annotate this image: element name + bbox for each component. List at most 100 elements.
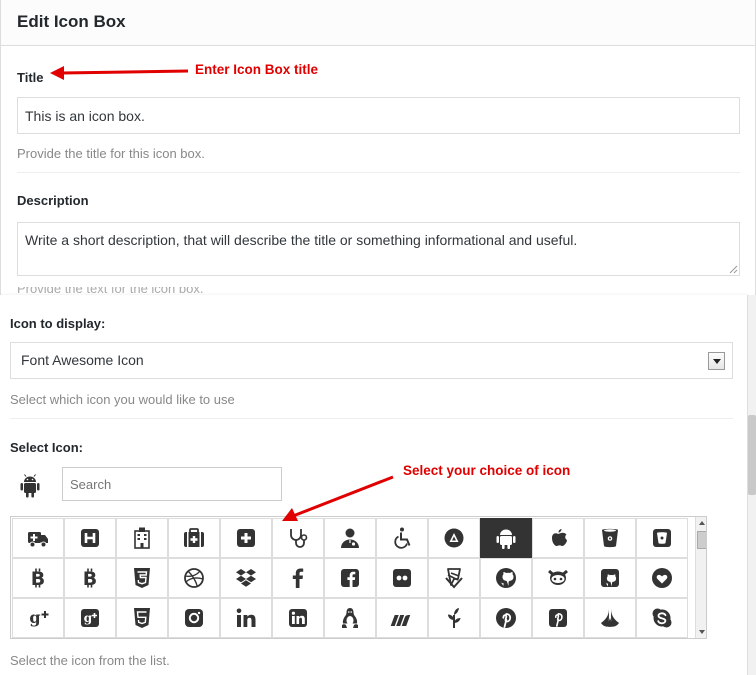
github-alt-icon <box>548 569 568 585</box>
svg-text:B: B <box>83 568 97 590</box>
chevron-down-icon[interactable] <box>708 352 725 370</box>
facebook-square-icon <box>341 569 359 587</box>
icon-option-github-alt[interactable] <box>532 558 584 598</box>
icon-option-google-plus[interactable]: g <box>12 598 64 638</box>
edit-icon-box-panel: Edit Icon Box Title Provide the title fo… <box>0 0 756 295</box>
icon-display-help-text: Select which icon you would like to use <box>10 392 235 407</box>
user-md-icon <box>341 528 359 548</box>
linux-icon <box>342 608 358 628</box>
scroll-down-icon[interactable] <box>696 626 706 638</box>
gittip-icon <box>652 568 672 588</box>
icon-option-pagelines[interactable] <box>428 598 480 638</box>
android-icon <box>496 529 516 549</box>
divider <box>10 418 733 419</box>
stethoscope-icon <box>290 529 308 548</box>
icon-option-github[interactable] <box>480 558 532 598</box>
icon-option-skype[interactable] <box>636 598 688 638</box>
skype-icon <box>652 608 672 628</box>
icon-option-dropbox[interactable] <box>220 558 272 598</box>
linkedin-square-icon <box>289 609 307 627</box>
icon-option-btc[interactable]: B <box>64 558 116 598</box>
page-scroll-thumb[interactable] <box>748 415 756 495</box>
icon-settings-panel: Icon to display: Font Awesome Icon Selec… <box>0 295 748 675</box>
medkit-icon <box>184 528 204 547</box>
icon-grid: B Bg g <box>12 518 692 638</box>
bitcoin-icon: B <box>31 568 45 590</box>
icon-option-github-square[interactable] <box>584 558 636 598</box>
icon-option-bitbucket[interactable] <box>584 518 636 558</box>
icon-option-linkedin-square[interactable] <box>272 598 324 638</box>
title-label: Title <box>17 70 44 85</box>
ambulance-icon <box>28 532 48 548</box>
icon-option-pinterest-square[interactable] <box>532 598 584 638</box>
icon-option-css3[interactable] <box>116 558 168 598</box>
instagram-icon <box>185 609 203 627</box>
icon-option-google-plus-square[interactable]: g <box>64 598 116 638</box>
icon-option-adn[interactable] <box>428 518 480 558</box>
icon-option-instagram[interactable] <box>168 598 220 638</box>
wheelchair-icon <box>394 527 411 549</box>
icon-option-plus-square[interactable] <box>220 518 272 558</box>
icon-option-apple[interactable] <box>532 518 584 558</box>
dribbble-icon <box>184 568 204 588</box>
adn-icon <box>444 528 464 548</box>
icon-option-bitbucket-square[interactable] <box>636 518 688 558</box>
pagelines-icon <box>448 608 461 628</box>
facebook-icon <box>292 568 304 588</box>
icon-type-selected-value: Font Awesome Icon <box>21 352 144 368</box>
icon-display-label: Icon to display: <box>10 316 106 331</box>
scroll-up-icon[interactable] <box>696 517 706 529</box>
apple-icon <box>552 529 567 546</box>
resize-grip-icon[interactable] <box>729 265 738 274</box>
icon-option-pinterest[interactable] <box>480 598 532 638</box>
icon-option-user-md[interactable] <box>324 518 376 558</box>
page-scrollbar[interactable] <box>748 295 756 675</box>
title-annotation: Enter Icon Box title <box>195 62 319 77</box>
icon-option-wheelchair[interactable] <box>376 518 428 558</box>
h-square-icon <box>81 529 99 547</box>
icon-option-html5[interactable] <box>116 598 168 638</box>
hospital-icon <box>134 527 150 549</box>
description-textarea[interactable]: Write a short description, that will des… <box>17 222 740 276</box>
icon-option-dribbble[interactable] <box>168 558 220 598</box>
select-icon-label: Select Icon: <box>10 440 83 455</box>
icon-option-maxcdn[interactable] <box>376 598 428 638</box>
icon-option-linkedin[interactable] <box>220 598 272 638</box>
icon-grid-scrollbar[interactable] <box>695 517 706 638</box>
icon-search-input[interactable] <box>62 467 282 501</box>
renren-icon <box>601 608 619 627</box>
svg-text:B: B <box>31 568 45 590</box>
icon-option-gittip[interactable] <box>636 558 688 598</box>
icon-help-text: Select the icon from the list. <box>10 653 170 668</box>
icon-option-facebook-square[interactable] <box>324 558 376 598</box>
html5-icon <box>134 608 150 628</box>
github-icon <box>496 568 516 588</box>
flickr-icon <box>393 569 411 587</box>
svg-text:g: g <box>84 611 93 625</box>
pinterest-square-icon <box>549 609 567 627</box>
icon-option-medkit[interactable] <box>168 518 220 558</box>
icon-option-hospital[interactable] <box>116 518 168 558</box>
linkedin-icon <box>236 608 256 627</box>
maxcdn-icon <box>390 615 411 626</box>
description-label: Description <box>17 193 89 208</box>
icon-type-select[interactable]: Font Awesome Icon <box>10 342 733 379</box>
css3-icon <box>134 568 150 588</box>
icon-option-stethoscope[interactable] <box>272 518 324 558</box>
pinterest-icon <box>496 608 516 628</box>
icon-option-renren[interactable] <box>584 598 636 638</box>
icon-option-android[interactable] <box>480 518 532 558</box>
icon-option-flickr[interactable] <box>376 558 428 598</box>
icon-option-facebook[interactable] <box>272 558 324 598</box>
icon-option-linux[interactable] <box>324 598 376 638</box>
foursquare-icon <box>445 568 463 589</box>
bitbucket-icon <box>602 528 618 548</box>
title-input[interactable] <box>17 97 740 134</box>
icon-option-h-square[interactable] <box>64 518 116 558</box>
github-square-icon <box>601 569 619 587</box>
title-help-text: Provide the title for this icon box. <box>17 146 205 161</box>
icon-option-ambulance[interactable] <box>12 518 64 558</box>
scroll-thumb[interactable] <box>697 531 706 549</box>
icon-option-bitcoin[interactable]: B <box>12 558 64 598</box>
icon-option-foursquare[interactable] <box>428 558 480 598</box>
